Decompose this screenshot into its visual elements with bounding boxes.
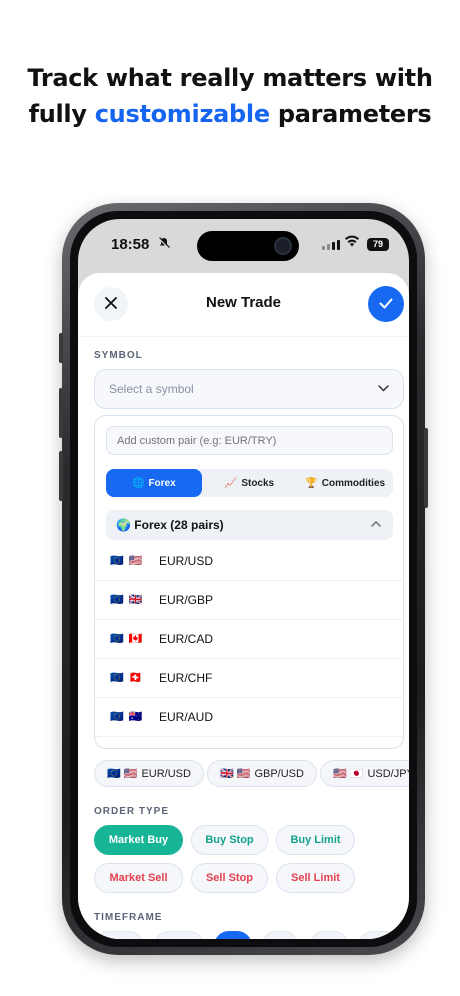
headline-line-1: Track what really matters with bbox=[27, 64, 433, 92]
earth-icon: 🌍 bbox=[116, 518, 131, 532]
symbol-dropdown: 🌐 Forex 📈 Stocks 🏆 Commodities bbox=[94, 415, 404, 749]
phone-bezel: 18:58 79 New Trade SYMBOL Select a symbo… bbox=[70, 211, 417, 947]
sell-stop-button[interactable]: Sell Stop bbox=[191, 863, 268, 893]
category-tabs: 🌐 Forex 📈 Stocks 🏆 Commodities bbox=[106, 469, 393, 497]
pair-name: EUR/GBP bbox=[159, 593, 214, 607]
pair-flags-icon: 🇪🇺 🇨🇭 bbox=[110, 672, 144, 684]
pair-flags-icon: 🇺🇸 🇯🇵 bbox=[333, 768, 364, 780]
new-trade-sheet: New Trade SYMBOL Select a symbol Add cus… bbox=[78, 273, 409, 939]
timeframe-section-label: TIMEFRAME bbox=[94, 912, 163, 923]
pair-list: 🇪🇺 🇺🇸 EUR/USD 🇪🇺 🇬🇧 EUR/GBP 🇪🇺 🇨🇦 EUR/CA… bbox=[95, 542, 403, 737]
pair-name: EUR/CAD bbox=[159, 632, 214, 646]
timeframe-chip-selected[interactable] bbox=[214, 931, 252, 939]
wifi-icon bbox=[344, 234, 360, 251]
list-item[interactable]: 🇪🇺 🇺🇸 EUR/USD bbox=[95, 542, 403, 581]
trophy-icon: 🏆 bbox=[305, 477, 318, 489]
buy-limit-button[interactable]: Buy Limit bbox=[276, 825, 355, 855]
tab-stocks[interactable]: 📈 Stocks bbox=[202, 469, 298, 497]
globe-icon: 🌐 bbox=[131, 477, 145, 489]
quick-pair-label: GBP/USD bbox=[254, 767, 304, 780]
phone-frame: 18:58 79 New Trade SYMBOL Select a symbo… bbox=[59, 203, 428, 955]
symbol-select-placeholder: Select a symbol bbox=[109, 382, 194, 396]
check-icon bbox=[379, 294, 393, 314]
sheet-header: New Trade bbox=[78, 273, 409, 337]
tab-forex-label: Forex bbox=[148, 477, 176, 489]
symbol-select[interactable]: Select a symbol bbox=[94, 369, 404, 409]
forex-group-label: 🌍 Forex (28 pairs) bbox=[116, 518, 224, 532]
volume-down-button bbox=[59, 451, 63, 501]
order-type-section-label: ORDER TYPE bbox=[94, 806, 170, 817]
camera-icon bbox=[274, 237, 292, 255]
chevron-down-icon bbox=[378, 381, 389, 395]
chevron-up-icon bbox=[371, 518, 381, 530]
tab-commodities[interactable]: 🏆 Commodities bbox=[297, 469, 393, 497]
quick-pair-eurusd[interactable]: 🇪🇺 🇺🇸 EUR/USD bbox=[94, 760, 204, 787]
phone-screen: 18:58 79 New Trade SYMBOL Select a symbo… bbox=[78, 219, 409, 939]
pair-flags-icon: 🇪🇺 🇺🇸 bbox=[107, 768, 138, 780]
list-item[interactable]: 🇪🇺 🇨🇦 EUR/CAD bbox=[95, 620, 403, 659]
quick-pair-gbpusd[interactable]: 🇬🇧 🇺🇸 GBP/USD bbox=[207, 760, 317, 787]
quick-pair-row: 🇪🇺 🇺🇸 EUR/USD 🇬🇧 🇺🇸 GBP/USD 🇺🇸 🇯🇵 USD/JP… bbox=[94, 760, 409, 787]
power-button bbox=[424, 428, 428, 508]
forex-group-title: Forex (28 pairs) bbox=[134, 518, 224, 532]
battery-indicator: 79 bbox=[367, 238, 389, 251]
timeframe-chip[interactable] bbox=[358, 931, 398, 939]
timeframe-chip[interactable] bbox=[154, 931, 204, 939]
list-item[interactable]: 🇪🇺 🇦🇺 EUR/AUD bbox=[95, 698, 403, 737]
sell-limit-button[interactable]: Sell Limit bbox=[276, 863, 355, 893]
pair-flags-icon: 🇬🇧 🇺🇸 bbox=[220, 768, 251, 780]
bell-muted-icon bbox=[158, 237, 170, 252]
timeframe-chip[interactable] bbox=[309, 931, 349, 939]
market-buy-button[interactable]: Market Buy bbox=[94, 825, 183, 855]
pair-name: EUR/CHF bbox=[159, 671, 213, 685]
symbol-section-label: SYMBOL bbox=[94, 350, 143, 361]
forex-group-header[interactable]: 🌍 Forex (28 pairs) bbox=[106, 510, 393, 540]
quick-pair-label: USD/JPY bbox=[367, 767, 409, 780]
quick-pair-label: EUR/USD bbox=[141, 767, 191, 780]
action-button bbox=[59, 333, 63, 363]
confirm-button[interactable] bbox=[368, 286, 404, 322]
pair-flags-icon: 🇪🇺 🇨🇦 bbox=[110, 633, 144, 645]
signal-icon bbox=[322, 240, 340, 250]
headline-prefix: fully bbox=[28, 100, 95, 128]
pair-name: EUR/AUD bbox=[159, 710, 214, 724]
promo-headline: Track what really matters with fully cus… bbox=[0, 60, 460, 132]
pair-flags-icon: 🇪🇺 🇦🇺 bbox=[110, 711, 144, 723]
sheet-title: New Trade bbox=[205, 294, 282, 311]
status-bar: 18:58 79 bbox=[78, 219, 409, 271]
tab-forex[interactable]: 🌐 Forex bbox=[106, 469, 202, 497]
pair-flags-icon: 🇪🇺 🇺🇸 bbox=[110, 555, 144, 567]
headline-line-2: fully customizable parameters bbox=[0, 96, 460, 132]
pair-flags-icon: 🇪🇺 🇬🇧 bbox=[110, 594, 144, 606]
list-item[interactable]: 🇪🇺 🇨🇭 EUR/CHF bbox=[95, 659, 403, 698]
headline-suffix: parameters bbox=[269, 100, 432, 128]
chart-up-icon: 📈 bbox=[224, 477, 238, 489]
custom-pair-input[interactable] bbox=[106, 426, 393, 455]
list-item[interactable]: 🇪🇺 🇬🇧 EUR/GBP bbox=[95, 581, 403, 620]
pair-name: EUR/USD bbox=[159, 554, 214, 568]
timeframe-chip[interactable] bbox=[94, 931, 144, 939]
status-time: 18:58 bbox=[111, 236, 150, 253]
buy-stop-button[interactable]: Buy Stop bbox=[191, 825, 268, 855]
dynamic-island bbox=[197, 231, 299, 261]
timeframe-chip[interactable] bbox=[261, 931, 299, 939]
headline-accent: customizable bbox=[94, 100, 270, 128]
volume-up-button bbox=[59, 388, 63, 438]
tab-commodities-label: Commodities bbox=[321, 477, 386, 489]
quick-pair-usdjpy[interactable]: 🇺🇸 🇯🇵 USD/JPY bbox=[320, 760, 409, 787]
market-sell-button[interactable]: Market Sell bbox=[94, 863, 183, 893]
tab-stocks-label: Stocks bbox=[241, 477, 275, 489]
